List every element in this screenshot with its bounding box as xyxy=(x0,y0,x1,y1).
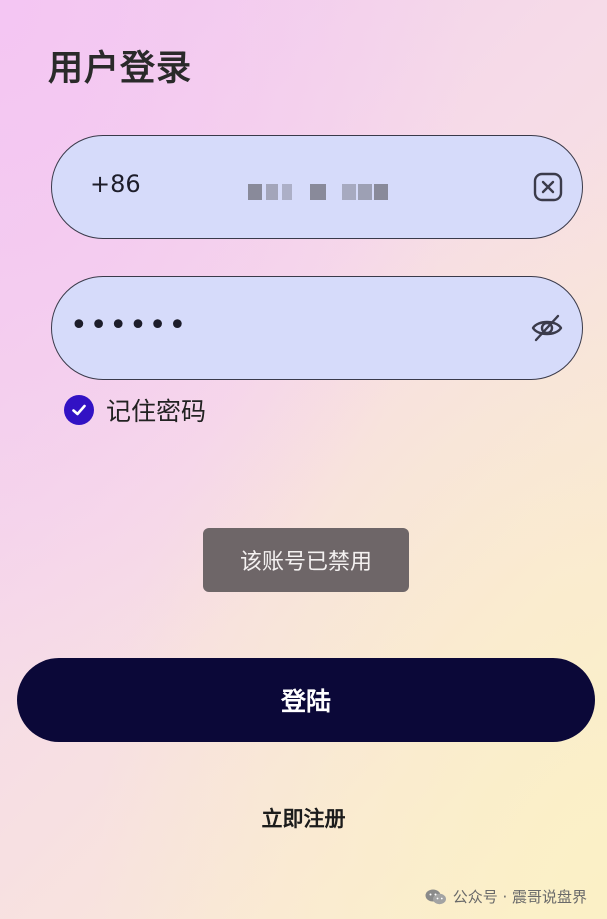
watermark: 公众号 · 震哥说盘界 xyxy=(425,886,587,907)
clear-icon[interactable] xyxy=(532,171,564,203)
watermark-text: 公众号 · 震哥说盘界 xyxy=(452,888,587,906)
remember-password-label: 记住密码 xyxy=(106,397,207,426)
eye-off-icon[interactable] xyxy=(530,311,564,345)
password-field[interactable]: •••••• xyxy=(51,276,583,380)
login-button[interactable]: 登陆 xyxy=(17,658,595,742)
password-value[interactable]: •••••• xyxy=(70,309,188,343)
check-icon[interactable] xyxy=(64,395,94,425)
phone-field[interactable]: +86 xyxy=(51,135,583,239)
page-title: 用户登录 xyxy=(48,49,193,89)
register-link[interactable]: 立即注册 xyxy=(0,803,607,833)
wechat-icon xyxy=(425,889,446,904)
toast-message: 该账号已禁用 xyxy=(203,528,409,592)
country-code[interactable]: +86 xyxy=(90,170,141,198)
remember-password-checkbox[interactable]: 记住密码 xyxy=(64,392,206,428)
